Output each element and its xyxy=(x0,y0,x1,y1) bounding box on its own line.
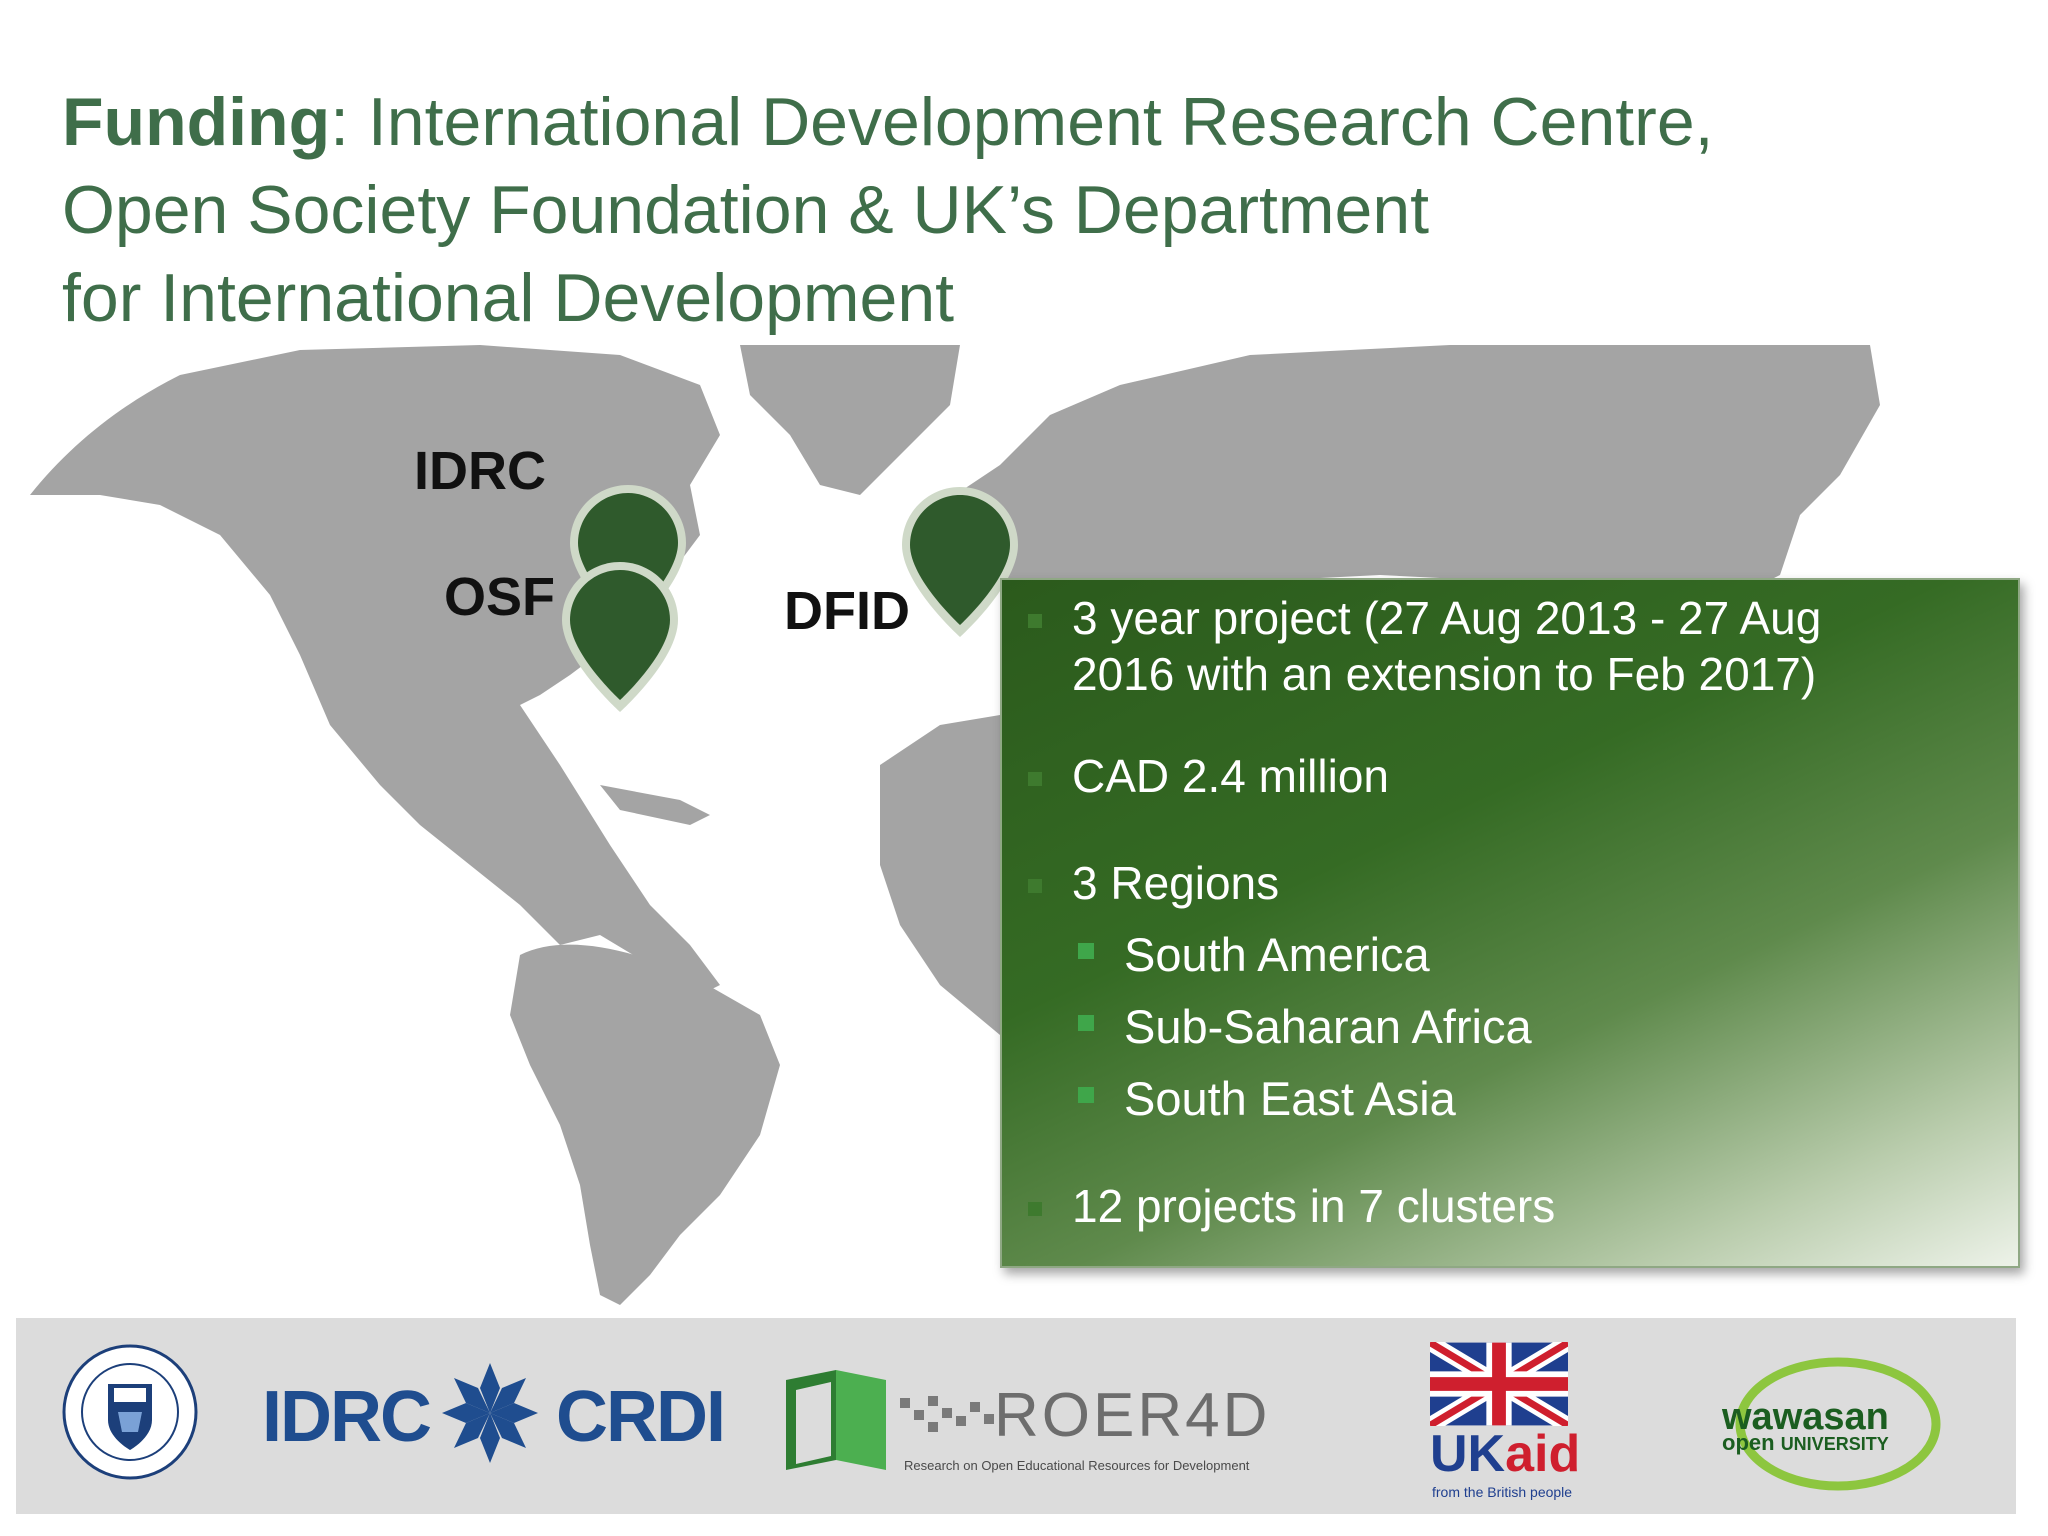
uct-logo xyxy=(60,1342,200,1482)
pin-label-idrc: IDRC xyxy=(414,441,546,501)
title-line-1: Funding: International Development Resea… xyxy=(62,78,1962,166)
greenland-shape xyxy=(740,345,960,495)
title-line-1-rest: : International Development Research Cen… xyxy=(330,84,1714,160)
wawasan-open: open xyxy=(1722,1430,1775,1455)
pin-osf-icon xyxy=(562,562,678,712)
info-box: 3 year project (27 Aug 2013 - 27 Aug 201… xyxy=(1000,578,2020,1268)
idrc-logo-left: IDRC xyxy=(262,1377,432,1457)
africa-shape xyxy=(880,715,1000,1035)
partner-logo-bar: IDRC CRDI ROER4D Research on Open Educat… xyxy=(16,1318,2016,1514)
info-item-1-line-2: 2016 with an extension to Feb 2017) xyxy=(1072,648,1817,700)
wawasan-open-university: open UNIVERSITY xyxy=(1722,1430,1889,1456)
roer4d-book-icon xyxy=(776,1360,896,1480)
info-item-1-line-1: 3 year project (27 Aug 2013 - 27 Aug xyxy=(1072,592,1822,644)
info-item-funding: CAD 2.4 million xyxy=(1028,750,1389,802)
idrc-crdi-snowflake-icon xyxy=(442,1358,538,1468)
slide-title: Funding: International Development Resea… xyxy=(62,78,1962,342)
pin-label-dfid: DFID xyxy=(784,581,910,641)
title-bold: Funding xyxy=(62,84,331,160)
roer4d-subtitle: Research on Open Educational Resources f… xyxy=(904,1458,1250,1473)
info-item-regions: 3 Regions xyxy=(1027,857,1280,909)
idrc-logo-right: CRDI xyxy=(556,1377,726,1457)
ukaid-subtitle: from the British people xyxy=(1432,1484,1573,1500)
title-line-3: for International Development xyxy=(62,260,955,336)
region-item: South East Asia xyxy=(1078,1072,1456,1125)
title-line-2: Open Society Foundation & UK’s Departmen… xyxy=(62,172,1430,248)
region-item: South America xyxy=(1078,928,1430,981)
pin-label-osf: OSF xyxy=(444,567,556,627)
info-item-project-duration: 3 year project (27 Aug 2013 - 27 Aug 201… xyxy=(1027,590,1822,702)
ukaid-aid: aid xyxy=(1505,1425,1581,1483)
eurasia-shape xyxy=(940,345,1880,605)
roer4d-title: ROER4D xyxy=(994,1381,1271,1450)
ukaid-wordmark: UKaid xyxy=(1430,1424,1580,1484)
union-jack-icon xyxy=(1425,1335,1573,1433)
ukaid-uk: UK xyxy=(1430,1425,1506,1483)
region-item: Sub-Saharan Africa xyxy=(1078,1000,1532,1053)
south-america-shape xyxy=(510,944,780,1305)
wawasan-university: UNIVERSITY xyxy=(1780,1434,1889,1454)
caribbean-shape xyxy=(600,785,710,825)
info-item-projects: 12 projects in 7 clusters xyxy=(1027,1180,1556,1232)
